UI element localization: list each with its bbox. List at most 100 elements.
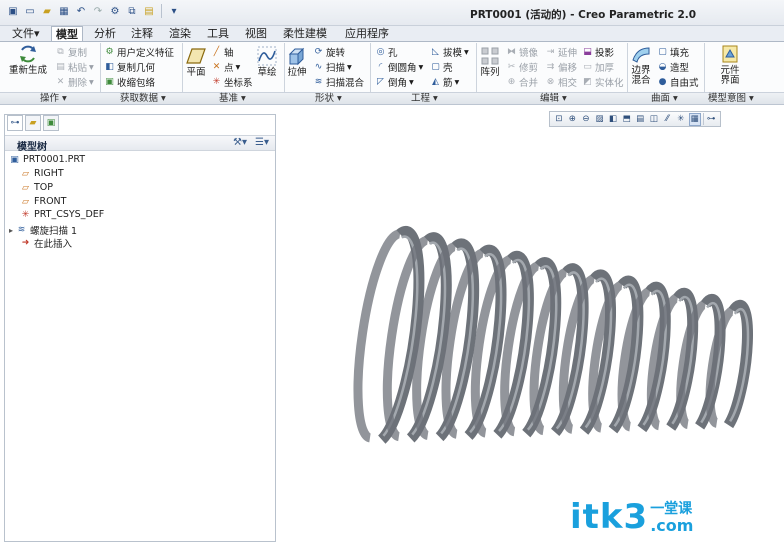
close-window-icon[interactable]: ▤ [142,4,156,18]
project-button[interactable]: ⬓ 投影 [582,45,614,59]
trim-button[interactable]: ✂ 修剪 [506,60,538,74]
paste-button[interactable]: ▤ 粘贴 ▾ [55,60,94,75]
plane-button[interactable]: 平面 [186,46,206,78]
tab-applications[interactable]: 应用程序 [341,26,393,42]
tab-view[interactable]: 视图 [241,26,271,42]
tab-annotate[interactable]: 注释 [127,26,157,42]
fill-icon: ▢ [658,47,667,57]
zoom-out-icon[interactable]: ⊖ [580,113,592,126]
spin-center-icon[interactable]: ✳ [675,113,687,126]
copy-geometry-button[interactable]: ◧ 复制几何 [104,60,155,74]
group-label-model-intent[interactable]: 模型意图 ▾ [708,93,754,105]
simulation-display-icon[interactable]: ⊶ [705,113,717,126]
revolve-button[interactable]: ⟳ 旋转 [313,45,345,59]
settings-dropdown-icon[interactable]: ⚒▾ [233,137,247,148]
style-button[interactable]: ◒ 造型 [657,60,689,74]
shrinkwrap-button[interactable]: ▣ 收缩包络 [104,75,155,89]
sketch-button[interactable]: 草绘 [257,46,277,78]
save-icon[interactable]: ▦ [57,4,71,18]
rib-button[interactable]: ◭ 筋 ▾ [430,75,459,90]
tab-tools[interactable]: 工具 [203,26,233,42]
tree-item-front[interactable]: ▱ FRONT [20,196,66,207]
folder-browser-tab-icon[interactable]: ▰ [25,115,41,131]
round-button[interactable]: ◜ 倒圆角 ▾ [375,60,424,75]
thicken-button[interactable]: ▭ 加厚 [582,60,614,74]
extend-button[interactable]: ⇥ 延伸 [545,45,577,59]
group-label-get-data[interactable]: 获取数据 ▾ [120,93,166,105]
revolve-icon: ⟳ [314,47,323,57]
pattern-button[interactable]: 阵列 [480,46,500,78]
refit-icon[interactable]: ⊡ [553,113,565,126]
boundary-blend-button[interactable]: 边界 混合 [631,44,651,86]
round-icon: ◜ [378,62,383,72]
view-manager-icon[interactable]: ▤ [634,113,646,126]
hole-button[interactable]: ◎ 孔 [375,45,398,59]
regenerate-button[interactable]: 重新生成 [9,44,47,76]
group-label-operations[interactable]: 操作 ▾ [40,93,67,105]
tab-file[interactable]: 文件▾ [8,26,44,42]
solidify-button[interactable]: ◩ 实体化 [582,75,623,89]
group-label-shapes[interactable]: 形状 ▾ [315,93,342,105]
chamfer-button[interactable]: ◸ 倒角 ▾ [375,75,414,90]
datum-display-icon[interactable]: ⁄⁄ [662,113,674,126]
show-dropdown-icon[interactable]: ☰▾ [255,137,269,148]
expand-arrow-icon[interactable]: ▸ [9,226,13,235]
point-button[interactable]: ✕ 点 ▾ [211,60,241,75]
shell-button[interactable]: ▢ 壳 [430,60,452,74]
group-label-datum[interactable]: 基准 ▾ [219,93,246,105]
tab-analysis[interactable]: 分析 [90,26,120,42]
model-tree-tab-icon[interactable]: ⊶ [7,115,23,131]
regenerate-small-icon[interactable]: ⚙ [108,4,122,18]
tree-item-helical-sweep[interactable]: ▸ ≋ 螺旋扫描 1 [9,223,77,237]
tree-item-right[interactable]: ▱ RIGHT [20,168,64,179]
display-style-icon[interactable]: ◧ [607,113,619,126]
shell-icon: ▢ [431,62,440,72]
graphics-viewport[interactable] [277,129,784,542]
draft-button[interactable]: ◺ 拔模 ▾ [430,45,469,60]
extrude-button[interactable]: 拉伸 [287,46,307,78]
tree-item-csys[interactable]: ✳ PRT_CSYS_DEF [20,209,105,220]
group-label-editing[interactable]: 编辑 ▾ [540,93,567,105]
tab-render[interactable]: 渲染 [165,26,195,42]
tab-flexible-modeling[interactable]: 柔性建模 [279,26,331,42]
helical-spring-model[interactable] [277,129,784,542]
tab-model[interactable]: 模型 [51,26,83,42]
tree-item-part[interactable]: ▣ PRT0001.PRT [9,154,85,165]
customize-dropdown-icon[interactable]: ▾ [167,4,181,18]
perspective-icon[interactable]: ◫ [648,113,660,126]
tree-item-insert-here[interactable]: ➜ 在此插入 [20,236,72,250]
udf-icon: ⚙ [105,47,114,57]
swept-blend-button[interactable]: ≋ 扫描混合 [313,75,364,89]
csys-button[interactable]: ✳ 坐标系 [211,75,253,89]
offset-button[interactable]: ⇉ 偏移 [545,60,577,74]
zoom-in-icon[interactable]: ⊕ [567,113,579,126]
group-label-engineering[interactable]: 工程 ▾ [411,93,438,105]
component-interface-button[interactable]: 元件 界面 [720,44,740,86]
favorites-tab-icon[interactable]: ▣ [43,115,59,131]
delete-button[interactable]: ✕ 删除 ▾ [55,75,94,90]
part-icon: ▣ [10,154,19,165]
merge-button[interactable]: ⊕ 合并 [506,75,538,89]
udf-button[interactable]: ⚙ 用户定义特征 [104,45,174,59]
freestyle-button[interactable]: ● 自由式 [657,75,699,89]
windows-icon[interactable]: ⧉ [125,4,139,18]
undo-icon[interactable]: ↶ [74,4,88,18]
saved-orientations-icon[interactable]: ⬒ [621,113,633,126]
insert-here-icon: ➜ [21,238,30,248]
axis-button[interactable]: ╱ 轴 [211,45,234,59]
annotation-display-icon[interactable]: ▦ [688,112,701,126]
sweep-button[interactable]: ∿ 扫描 ▾ [313,60,352,75]
fill-button[interactable]: ▢ 填充 [657,45,689,59]
new-file-icon[interactable]: ▭ [23,4,37,18]
copy-button[interactable]: ⧉ 复制 [55,45,87,59]
paste-icon: ▤ [56,62,65,72]
tree-item-top[interactable]: ▱ TOP [20,182,53,193]
mirror-button[interactable]: ⧓ 镜像 [506,45,538,59]
app-icon[interactable]: ▣ [6,4,20,18]
group-label-surfaces[interactable]: 曲面 ▾ [651,93,678,105]
open-folder-icon[interactable]: ▰ [40,4,54,18]
datum-plane-icon: ▱ [22,196,29,207]
intersect-button[interactable]: ⊗ 相交 [545,75,577,89]
redo-icon[interactable]: ↷ [91,4,105,18]
repaint-icon[interactable]: ▨ [594,113,606,126]
